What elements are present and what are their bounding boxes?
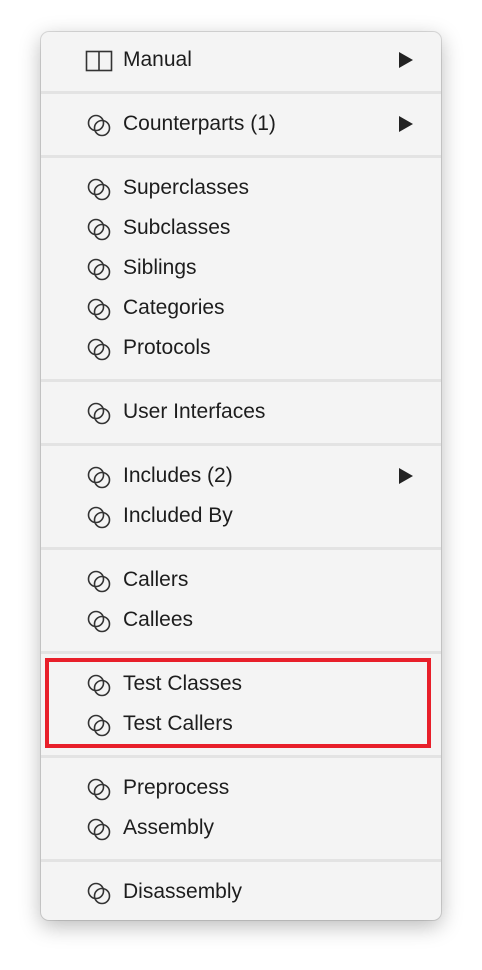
menu-item-label: Superclasses [123, 176, 250, 199]
menu-item-label: Test Callers [123, 712, 233, 735]
menu-item-label: Included By [123, 504, 233, 527]
related-items-icon [87, 506, 111, 529]
menu-separator [41, 859, 441, 862]
menu-item-disassembly[interactable]: Disassembly [41, 872, 441, 912]
menu-item-label: Subclasses [123, 216, 231, 239]
menu-separator [41, 651, 441, 654]
related-items-icon [87, 114, 111, 137]
menu-separator [41, 379, 441, 382]
menu-item-preprocess[interactable]: Preprocess [41, 768, 441, 808]
menu-item-superclasses[interactable]: Superclasses [41, 168, 441, 208]
menu-item-label: Protocols [123, 336, 211, 359]
related-items-icon [87, 178, 111, 201]
submenu-arrow-icon [399, 116, 413, 132]
menu-item-label: Callees [123, 608, 194, 631]
book-icon [85, 50, 113, 72]
related-items-icon [87, 218, 111, 241]
menu-separator [41, 443, 441, 446]
menu-separator [41, 91, 441, 94]
menu-item-assembly[interactable]: Assembly [41, 808, 441, 848]
menu-item-siblings[interactable]: Siblings [41, 248, 441, 288]
menu-item-label: Includes (2) [123, 464, 233, 487]
related-items-icon [87, 778, 111, 801]
menu-separator [41, 547, 441, 550]
menu-item-label: Siblings [123, 256, 197, 279]
related-items-icon [87, 466, 111, 489]
related-items-icon [87, 674, 111, 697]
menu-item-test-classes[interactable]: Test Classes [41, 664, 441, 704]
menu-item-label: Test Classes [123, 672, 243, 695]
related-items-icon [87, 818, 111, 841]
submenu-arrow-icon [399, 52, 413, 68]
menu-item-includes[interactable]: Includes (2) [41, 456, 441, 496]
menu-separator [41, 755, 441, 758]
menu-item-label: Disassembly [123, 880, 243, 903]
context-menu: Manual Counterparts (1) Superclasses Sub… [41, 32, 441, 920]
menu-item-subclasses[interactable]: Subclasses [41, 208, 441, 248]
menu-item-label: Preprocess [123, 776, 230, 799]
related-items-icon [87, 298, 111, 321]
menu-item-label: Callers [123, 568, 189, 591]
menu-item-counterparts[interactable]: Counterparts (1) [41, 104, 441, 144]
menu-item-label: Counterparts (1) [123, 112, 276, 135]
menu-item-label: Assembly [123, 816, 215, 839]
menu-item-label: Manual [123, 48, 192, 71]
menu-item-included-by[interactable]: Included By [41, 496, 441, 536]
related-items-icon [87, 570, 111, 593]
related-items-icon [87, 882, 111, 905]
related-items-icon [87, 338, 111, 361]
menu-item-manual[interactable]: Manual [41, 40, 441, 80]
menu-item-label: Categories [123, 296, 225, 319]
menu-item-label: User Interfaces [123, 400, 266, 423]
menu-item-callers[interactable]: Callers [41, 560, 441, 600]
related-items-icon [87, 258, 111, 281]
related-items-icon [87, 402, 111, 425]
menu-item-categories[interactable]: Categories [41, 288, 441, 328]
menu-separator [41, 155, 441, 158]
menu-item-callees[interactable]: Callees [41, 600, 441, 640]
menu-item-user-interfaces[interactable]: User Interfaces [41, 392, 441, 432]
related-items-icon [87, 714, 111, 737]
related-items-icon [87, 610, 111, 633]
submenu-arrow-icon [399, 468, 413, 484]
menu-item-protocols[interactable]: Protocols [41, 328, 441, 368]
menu-item-test-callers[interactable]: Test Callers [41, 704, 441, 744]
